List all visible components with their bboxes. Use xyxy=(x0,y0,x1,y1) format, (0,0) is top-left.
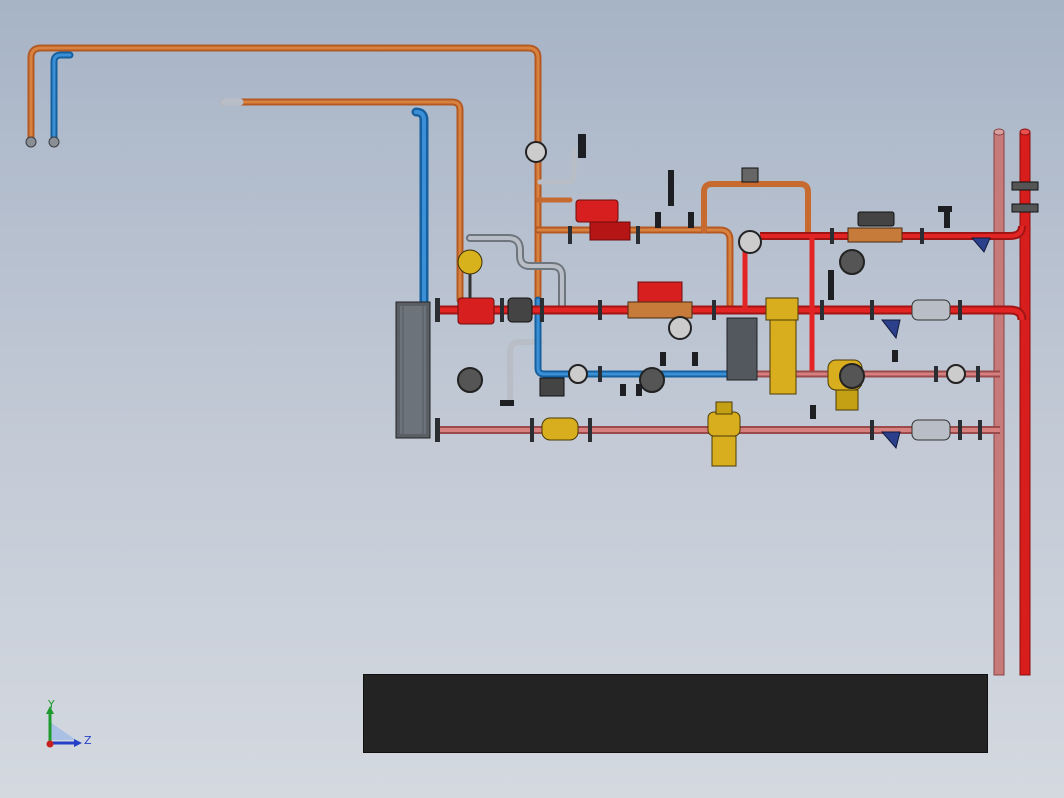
three-way-valve[interactable] xyxy=(707,401,741,467)
strainer[interactable] xyxy=(880,237,991,450)
heat-exchanger[interactable] xyxy=(395,301,431,439)
pipe-end-cap xyxy=(25,136,37,148)
pipe-run-second-orange xyxy=(220,98,464,310)
z-axis-label: Z xyxy=(84,734,92,747)
info-panel xyxy=(363,674,988,753)
ball-valve[interactable] xyxy=(541,417,579,441)
circulation-pump[interactable] xyxy=(575,199,631,241)
axis-triad: Y Z xyxy=(38,698,98,758)
pipe-end-cap xyxy=(48,136,60,148)
y-axis-label: Y xyxy=(48,698,55,711)
three-way-valve[interactable] xyxy=(765,297,799,395)
axis-triad-graphic xyxy=(46,706,82,748)
pipe-run-grey xyxy=(466,147,577,403)
heat-meter[interactable] xyxy=(847,211,903,243)
heat-meter[interactable] xyxy=(627,281,693,319)
plate-exchanger-small[interactable] xyxy=(726,317,758,381)
